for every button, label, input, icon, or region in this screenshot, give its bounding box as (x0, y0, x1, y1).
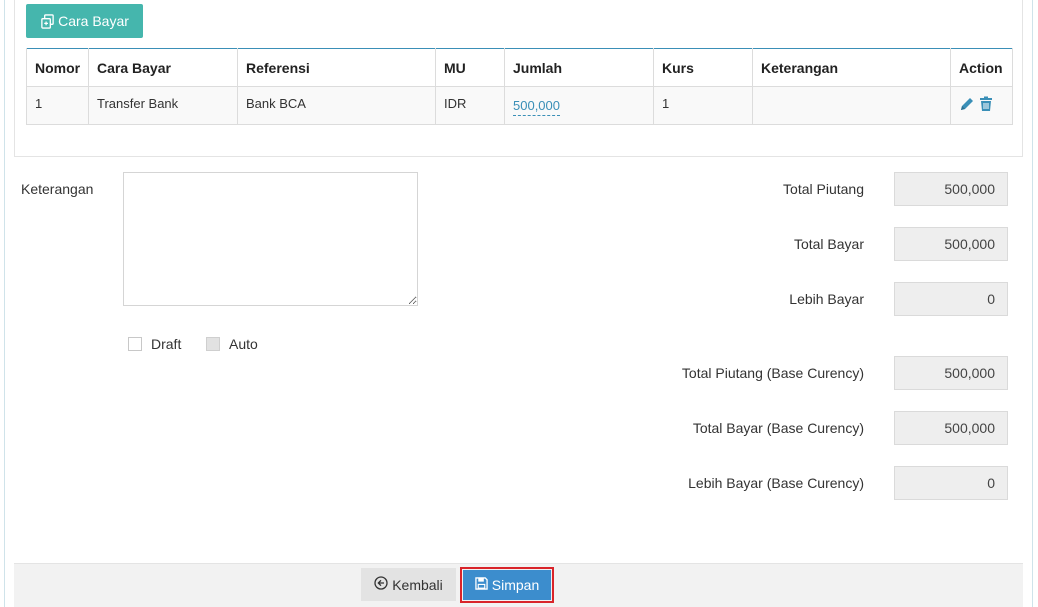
col-header-action: Action (950, 48, 1013, 87)
trash-icon[interactable] (979, 96, 993, 115)
draft-checkbox-box[interactable] (128, 337, 142, 351)
cell-mu: IDR (435, 86, 505, 125)
simpan-label: Simpan (491, 577, 540, 593)
col-header-keterangan: Keterangan (752, 48, 951, 87)
total-bayar-label: Total Bayar (793, 236, 864, 252)
col-header-nomor: Nomor (26, 48, 89, 87)
save-icon (475, 577, 488, 593)
col-header-cara-bayar: Cara Bayar (88, 48, 238, 87)
cell-keterangan (752, 86, 951, 125)
add-cara-bayar-button[interactable]: Cara Bayar (26, 4, 143, 38)
total-piutang-base-label: Total Piutang (Base Curency) (681, 365, 864, 381)
total-piutang-base-field: 500,000 (894, 356, 1008, 390)
payment-table: Nomor Cara Bayar Referensi MU Jumlah Kur… (26, 48, 1013, 125)
cell-referensi: Bank BCA (237, 86, 436, 125)
total-piutang-label: Total Piutang (783, 181, 864, 197)
total-bayar-field: 500,000 (894, 227, 1008, 261)
lebih-bayar-base-field: 0 (894, 466, 1008, 500)
cell-nomor: 1 (26, 86, 89, 125)
auto-checkbox-box (206, 337, 220, 351)
cell-action (950, 86, 1013, 125)
col-header-jumlah: Jumlah (504, 48, 654, 87)
table-row: 1 Transfer Bank Bank BCA IDR 500,000 1 (26, 86, 1013, 125)
arrow-left-circle-icon (374, 576, 388, 593)
total-bayar-base-label: Total Bayar (Base Curency) (692, 420, 864, 436)
kembali-button[interactable]: Kembali (361, 568, 456, 601)
lebih-bayar-field: 0 (894, 282, 1008, 316)
cell-kurs: 1 (653, 86, 753, 125)
lebih-bayar-label: Lebih Bayar (789, 291, 864, 307)
table-header-row: Nomor Cara Bayar Referensi MU Jumlah Kur… (26, 48, 1013, 87)
col-header-kurs: Kurs (653, 48, 753, 87)
keterangan-label: Keterangan (21, 181, 94, 197)
jumlah-editable[interactable]: 500,000 (513, 98, 560, 116)
auto-checkbox-label: Auto (229, 336, 258, 352)
kembali-label: Kembali (392, 576, 443, 593)
add-cara-bayar-label: Cara Bayar (58, 13, 129, 29)
simpan-button[interactable]: Simpan (463, 570, 551, 600)
draft-checkbox-label: Draft (151, 336, 182, 352)
col-header-mu: MU (435, 48, 505, 87)
col-header-referensi: Referensi (237, 48, 436, 87)
auto-checkbox: Auto (206, 336, 258, 352)
pencil-icon[interactable] (959, 96, 975, 115)
lebih-bayar-base-label: Lebih Bayar (Base Curency) (688, 475, 864, 491)
copy-icon (40, 13, 55, 29)
keterangan-textarea[interactable] (123, 172, 418, 306)
cell-cara-bayar: Transfer Bank (88, 86, 238, 125)
total-piutang-field: 500,000 (894, 172, 1008, 206)
draft-checkbox[interactable]: Draft (128, 336, 181, 352)
total-bayar-base-field: 500,000 (894, 411, 1008, 445)
cell-jumlah: 500,000 (504, 86, 654, 125)
